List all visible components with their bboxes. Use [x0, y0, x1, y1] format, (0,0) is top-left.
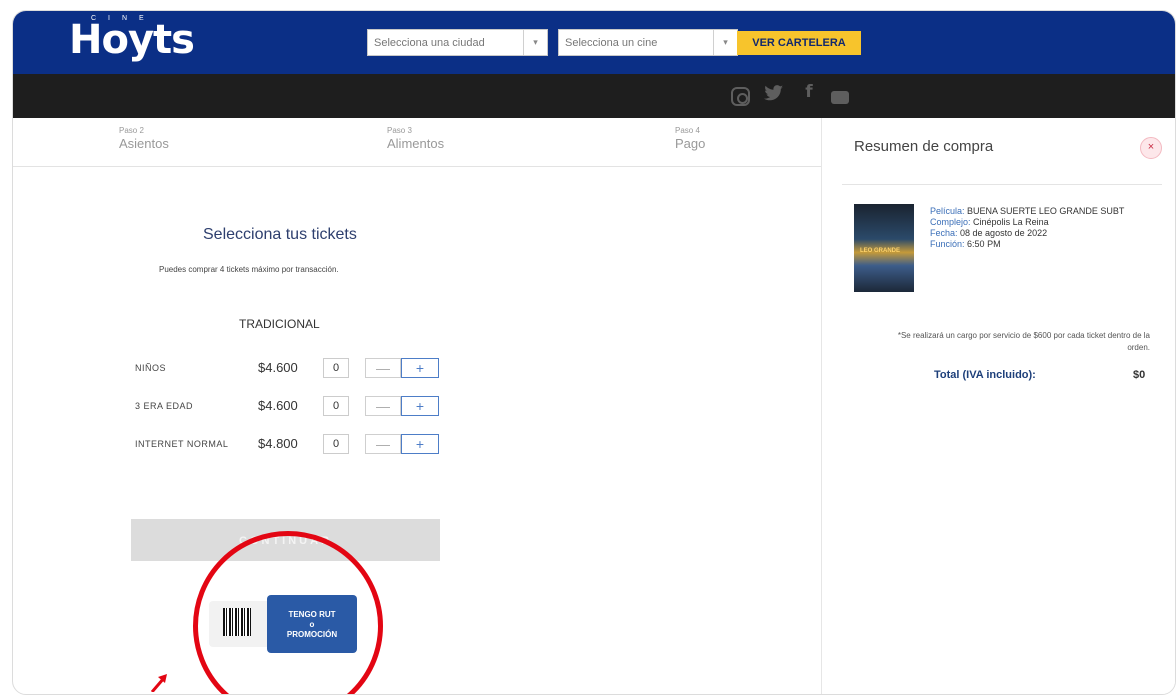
pelicula-value: BUENA SUERTE LEO GRANDE SUBT [967, 206, 1125, 216]
decrease-button[interactable]: — [365, 358, 401, 378]
decrease-button[interactable]: — [365, 396, 401, 416]
city-select[interactable]: Selecciona una ciudad ▾ [367, 29, 548, 56]
city-select-placeholder: Selecciona una ciudad [374, 37, 485, 49]
poster-title: LEO GRANDE [860, 248, 901, 254]
ticket-row-internet-normal: INTERNET NORMAL $4.800 0 — + [135, 433, 455, 455]
cinema-select-placeholder: Selecciona un cine [565, 37, 658, 49]
ticket-price: $4.600 [258, 360, 298, 375]
increase-button[interactable]: + [401, 358, 439, 378]
movie-poster: LEO GRANDE [854, 204, 914, 292]
summary-title: Resumen de compra [854, 138, 994, 155]
logo-subtitle: CINE [91, 15, 156, 22]
increase-button[interactable]: + [401, 396, 439, 416]
pelicula-key: Película: [930, 206, 965, 216]
annotation-arrow-icon [150, 674, 167, 692]
increase-button[interactable]: + [401, 434, 439, 454]
ticket-price: $4.600 [258, 398, 298, 413]
fecha-key: Fecha: [930, 228, 958, 238]
step-pago: Paso 4 Pago [675, 126, 705, 151]
ver-cartelera-button[interactable]: VER CARTELERA [737, 31, 861, 55]
section-title: TRADICIONAL [239, 317, 320, 331]
step-label: Pago [675, 136, 706, 151]
step-number: Paso 2 [119, 126, 144, 135]
twitter-icon[interactable] [763, 85, 785, 107]
total-value: $0 [1133, 369, 1146, 381]
ticket-type-label: NIÑOS [135, 363, 167, 373]
ticket-type-label: INTERNET NORMAL [135, 439, 229, 449]
complejo-key: Complejo: [930, 217, 971, 227]
ticket-price: $4.800 [258, 436, 298, 451]
total-label: Total (IVA incluido): [934, 369, 1036, 381]
step-number: Paso 4 [675, 126, 700, 135]
complejo-value: Cinépolis La Reina [973, 217, 1049, 227]
instagram-icon[interactable] [731, 87, 750, 106]
funcion-key: Función: [930, 239, 965, 249]
facebook-icon[interactable]: f [798, 82, 820, 104]
step-asientos: Paso 2 Asientos [119, 126, 169, 151]
step-alimentos: Paso 3 Alimentos [387, 126, 444, 151]
ticket-type-label: 3 ERA EDAD [135, 401, 194, 411]
ticket-quantity[interactable]: 0 [323, 434, 349, 454]
youtube-icon[interactable] [831, 91, 849, 104]
chevron-down-icon: ▾ [713, 30, 737, 55]
divider [842, 184, 1162, 185]
purchase-summary-panel: Resumen de compra × LEO GRANDE Película:… [821, 118, 1175, 694]
ticket-row-tercera-edad: 3 ERA EDAD $4.600 0 — + [135, 395, 455, 417]
funcion-value: 6:50 PM [967, 239, 1001, 249]
ticket-quantity[interactable]: 0 [323, 396, 349, 416]
cinema-select[interactable]: Selecciona un cine ▾ [558, 29, 738, 56]
ticket-quantity[interactable]: 0 [323, 358, 349, 378]
ticket-row-ninos: NIÑOS $4.600 0 — + [135, 357, 455, 379]
tickets-title: Selecciona tus tickets [203, 226, 357, 243]
fecha-value: 08 de agosto de 2022 [960, 228, 1048, 238]
app-window: Hoyts CINE Selecciona una ciudad ▾ Selec… [12, 10, 1176, 695]
movie-info: Película: BUENA SUERTE LEO GRANDE SUBT C… [930, 206, 1124, 250]
step-label: Asientos [119, 136, 169, 151]
chevron-down-icon: ▾ [523, 30, 547, 55]
step-label: Alimentos [387, 136, 445, 151]
progress-steps: Paso 2 Asientos Paso 3 Alimentos Paso 4 … [13, 118, 821, 167]
hoyts-logo[interactable]: Hoyts [69, 17, 195, 63]
close-icon[interactable]: × [1140, 137, 1162, 159]
tickets-subtitle: Puedes comprar 4 tickets máximo por tran… [159, 265, 339, 274]
top-header: Hoyts CINE Selecciona una ciudad ▾ Selec… [13, 11, 1175, 74]
step-number: Paso 3 [387, 126, 412, 135]
service-charge-note: *Se realizará un cargo por servicio de $… [897, 331, 1150, 352]
decrease-button[interactable]: — [365, 434, 401, 454]
social-bar: f [13, 74, 1175, 118]
